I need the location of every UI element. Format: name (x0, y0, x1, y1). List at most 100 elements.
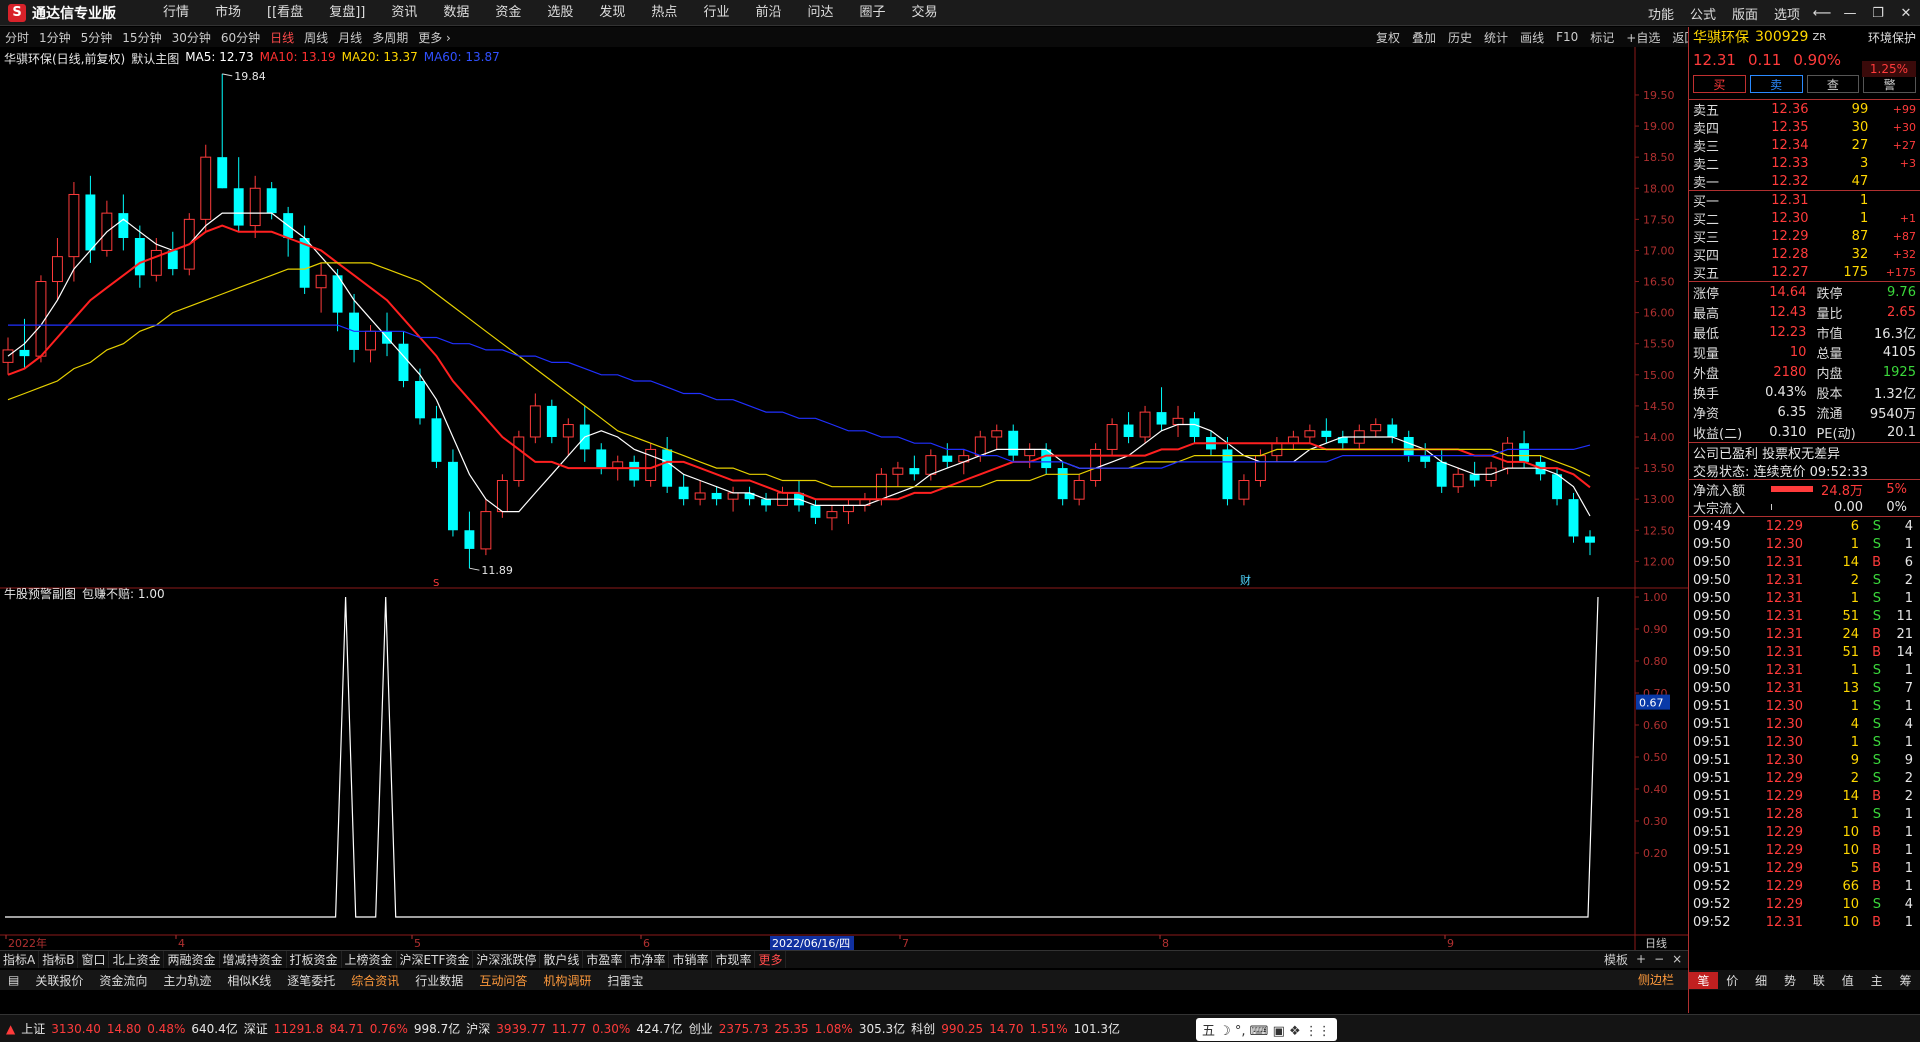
period-0[interactable]: 分时 (0, 29, 34, 46)
ask-row-3[interactable]: 卖三 12.34 27 +27 (1689, 136, 1920, 155)
restore-icon[interactable]: ❐ (1864, 6, 1892, 21)
chart-tool-3[interactable]: 统计 (1478, 29, 1514, 46)
chart-area[interactable]: 19.50 19.00 18.50 18.00 17.50 17.00 16.50 16.00… (0, 47, 1688, 950)
index-name-1[interactable]: 深证 (244, 1020, 268, 1037)
quote-tab-3[interactable]: 势 (1776, 972, 1805, 989)
bid-row-2[interactable]: 买二 12.30 1 +1 (1689, 209, 1920, 228)
menu-item-14[interactable]: 交易 (899, 0, 951, 26)
chart-tool-2[interactable]: 历史 (1442, 29, 1478, 46)
quote-tab-7[interactable]: 筹 (1891, 972, 1920, 989)
period-5[interactable]: 60分钟 (216, 29, 265, 46)
ask-row-1[interactable]: 卖一 12.32 47 (1689, 172, 1920, 191)
menu-item-6[interactable]: 资金 (482, 0, 534, 26)
func-tab-3[interactable]: 相似K线 (221, 972, 277, 989)
menu-item-11[interactable]: 前沿 (742, 0, 794, 26)
period-7[interactable]: 周线 (299, 29, 333, 46)
right-menu-item-0[interactable]: 功能 (1640, 4, 1682, 23)
indicator-tab-11[interactable]: 市盈率 (583, 951, 627, 968)
close-icon[interactable]: ✕ (1892, 6, 1920, 21)
template-control-0[interactable]: 模板 (1600, 951, 1632, 968)
indicator-tab-9[interactable]: 沪深涨跌停 (473, 951, 541, 968)
indicator-tab-13[interactable]: 市销率 (669, 951, 713, 968)
indicator-tab-6[interactable]: 打板资金 (287, 951, 342, 968)
chart-tool-4[interactable]: 画线 (1514, 29, 1550, 46)
func-tab-4[interactable]: 逐笔委托 (281, 972, 341, 989)
indicator-tab-5[interactable]: 增减持资金 (220, 951, 287, 968)
right-menu-item-2[interactable]: 版面 (1724, 4, 1766, 23)
template-control-1[interactable]: + (1632, 952, 1650, 966)
sell-button[interactable]: 卖 (1749, 75, 1803, 93)
menu-item-0[interactable]: 行情 (150, 0, 202, 26)
indicator-tab-4[interactable]: 两融资金 (164, 951, 220, 968)
menu-item-7[interactable]: 选股 (534, 0, 586, 26)
bid-row-1[interactable]: 买一 12.31 1 (1689, 191, 1920, 210)
func-tab-6[interactable]: 行业数据 (409, 972, 469, 989)
indicator-tab-1[interactable]: 指标B (39, 951, 79, 968)
menu-item-1[interactable]: 市场 (202, 0, 254, 26)
indicator-tab-15[interactable]: 更多 (755, 951, 787, 968)
index-name-0[interactable]: 上证 (21, 1020, 45, 1037)
func-tab-7[interactable]: 互动问答 (473, 972, 533, 989)
legend-template[interactable]: 默认主图 (131, 50, 179, 67)
back-icon[interactable]: ⟵ (1808, 6, 1836, 21)
func-tab-9[interactable]: 扫雷宝 (601, 972, 649, 989)
func-tab-1[interactable]: 资金流向 (93, 972, 153, 989)
quote-tab-5[interactable]: 值 (1833, 972, 1862, 989)
period-4[interactable]: 30分钟 (167, 29, 216, 46)
indicator-tab-12[interactable]: 市净率 (626, 951, 670, 968)
quote-tab-1[interactable]: 价 (1718, 972, 1747, 989)
query-button[interactable]: 查 (1806, 75, 1860, 93)
tick-list[interactable]: 09:49 12.29 6 S 4 09:50 12.30 1 S 1 09:50 12.31 14 B 6… (1689, 517, 1920, 931)
sub-legend-name[interactable]: 牛股预警副图 (4, 585, 76, 602)
func-tab-0[interactable]: 关联报价 (29, 972, 89, 989)
quote-tab-0[interactable]: 笔 (1689, 971, 1718, 989)
period-10[interactable]: 更多 › (413, 29, 456, 46)
menu-item-3[interactable]: 复盘]] (316, 0, 378, 26)
quote-tab-6[interactable]: 主 (1862, 972, 1891, 989)
minimize-icon[interactable]: — (1836, 6, 1864, 21)
ask-row-4[interactable]: 卖四 12.35 30 +30 (1689, 118, 1920, 137)
func-menu-icon[interactable]: ▤ (2, 973, 25, 987)
menu-item-8[interactable]: 发现 (586, 0, 638, 26)
chart-tool-1[interactable]: 叠加 (1406, 29, 1442, 46)
indicator-tab-8[interactable]: 沪深ETF资金 (397, 951, 474, 968)
bid-row-4[interactable]: 买四 12.28 32 +32 (1689, 245, 1920, 264)
menu-item-13[interactable]: 圈子 (846, 0, 898, 26)
func-tab-2[interactable]: 主力轨迹 (157, 972, 217, 989)
indicator-tab-7[interactable]: 上榜资金 (342, 951, 397, 968)
industry-label[interactable]: 环境保护 (1868, 29, 1916, 46)
quote-tab-4[interactable]: 联 (1805, 972, 1834, 989)
period-3[interactable]: 15分钟 (117, 29, 166, 46)
ask-row-2[interactable]: 卖二 12.33 3 +3 (1689, 154, 1920, 173)
template-control-2[interactable]: − (1650, 952, 1668, 966)
chart-tool-0[interactable]: 复权 (1370, 29, 1406, 46)
period-6[interactable]: 日线 (265, 29, 299, 46)
indicator-tab-10[interactable]: 散户线 (540, 951, 584, 968)
menu-item-5[interactable]: 数据 (430, 0, 482, 26)
template-control-3[interactable]: × (1668, 952, 1686, 966)
quote-tab-2[interactable]: 细 (1747, 972, 1776, 989)
bid-row-3[interactable]: 买三 12.29 87 +87 (1689, 227, 1920, 246)
indicator-tab-0[interactable]: 指标A (0, 951, 40, 968)
indicator-tab-3[interactable]: 北上资金 (109, 951, 165, 968)
alert-button[interactable]: 警 (1863, 75, 1916, 93)
period-2[interactable]: 5分钟 (76, 29, 118, 46)
sidebar-toggle-button[interactable]: 侧边栏 (1638, 970, 1674, 990)
chart-tool-5[interactable]: F10 (1550, 30, 1584, 44)
right-menu-item-1[interactable]: 公式 (1682, 4, 1724, 23)
period-1[interactable]: 1分钟 (34, 29, 76, 46)
menu-item-12[interactable]: 问达 (794, 0, 846, 26)
menu-item-2[interactable]: [[看盘 (254, 0, 316, 26)
index-name-4[interactable]: 科创 (911, 1020, 935, 1037)
period-8[interactable]: 月线 (333, 29, 367, 46)
index-name-2[interactable]: 沪深 (466, 1020, 490, 1037)
period-9[interactable]: 多周期 (367, 29, 413, 46)
indicator-tab-14[interactable]: 市现率 (712, 951, 756, 968)
menu-item-10[interactable]: 行业 (690, 0, 742, 26)
kline-chart-svg[interactable]: 19.50 19.00 18.50 18.00 17.50 17.00 16.50 16.00… (0, 47, 1688, 950)
bid-row-5[interactable]: 买五 12.27 175 +175 (1689, 263, 1920, 282)
buy-button[interactable]: 买 (1693, 75, 1746, 93)
menu-item-9[interactable]: 热点 (638, 0, 690, 26)
indicator-tab-2[interactable]: 窗口 (78, 951, 110, 968)
func-tab-5[interactable]: 综合资讯 (345, 972, 405, 989)
